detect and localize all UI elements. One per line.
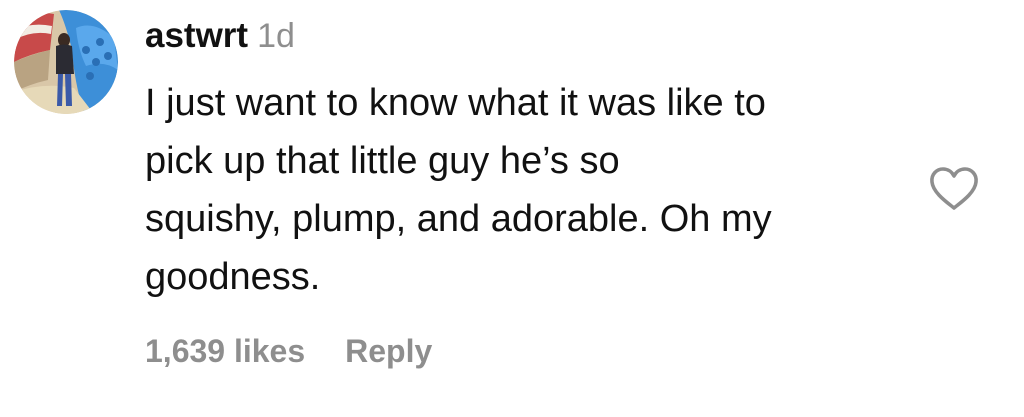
comment-header: astwrt 1d: [145, 16, 295, 64]
username-link[interactable]: astwrt: [145, 16, 248, 56]
comment-text-line: pick up that little guy he’s so: [145, 140, 620, 182]
comment-item: astwrt 1d I just want to know what it wa…: [0, 0, 1024, 417]
like-button[interactable]: [928, 166, 980, 212]
comment-body: I just want to know what it was like to …: [145, 74, 915, 306]
likes-count-link[interactable]: 1,639 likes: [145, 333, 305, 370]
comment-text-line: goodness.: [145, 256, 321, 298]
comment-text-line: squishy, plump, and adorable. Oh my: [145, 198, 772, 240]
heart-outline-icon: [930, 167, 978, 210]
comment-text-line: I just want to know what it was like to: [145, 82, 766, 124]
comment-actions: 1,639 likes Reply: [145, 324, 432, 378]
avatar-photo-icon: [14, 10, 118, 114]
comment-timestamp: 1d: [257, 17, 295, 55]
user-avatar[interactable]: [14, 10, 118, 114]
reply-button[interactable]: Reply: [345, 333, 432, 370]
